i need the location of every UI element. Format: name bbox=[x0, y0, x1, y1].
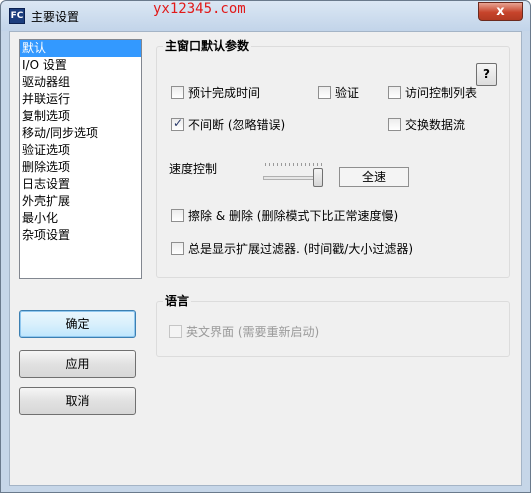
continue-on-error-label: 不间断 (忽略错误) bbox=[188, 118, 286, 132]
nav-item[interactable]: 移动/同步选项 bbox=[20, 125, 141, 142]
title-bar[interactable]: FC 主要设置 yx12345.com x bbox=[1, 1, 530, 31]
apply-button[interactable]: 应用 bbox=[19, 350, 136, 378]
watermark-text: yx12345.com bbox=[153, 1, 246, 17]
close-button[interactable]: x bbox=[478, 2, 523, 21]
speed-slider-thumb[interactable] bbox=[313, 168, 323, 187]
checkbox-box[interactable] bbox=[388, 118, 401, 131]
wipe-delete-checkbox[interactable]: 擦除 & 删除 (删除模式下比正常速度慢) bbox=[171, 207, 398, 224]
settings-category-list[interactable]: 默认 I/O 设置 驱动器组 并联运行 复制选项 移动/同步选项 验证选项 删除选项 日志设置外… bbox=[19, 39, 142, 279]
main-defaults-group: 主窗口默认参数 ? 预计完成时间 验证 访问控制列表 不间断 (忽略错误) bbox=[156, 37, 510, 278]
nav-item[interactable]: 杂项设置 bbox=[20, 227, 141, 244]
settings-window: FC 主要设置 yx12345.com x 默认 I/O 设置 驱动器组 并联运行 复制… bbox=[0, 0, 531, 493]
english-ui-checkbox[interactable]: 英文界面 (需要重新启动) bbox=[169, 323, 319, 340]
acl-list-checkbox[interactable]: 访问控制列表 bbox=[388, 84, 477, 101]
language-group: 语言 英文界面 (需要重新启动) bbox=[156, 292, 510, 357]
checkbox-box[interactable] bbox=[171, 242, 184, 255]
checkbox-box[interactable] bbox=[171, 116, 184, 131]
nav-item[interactable]: 默认 bbox=[20, 40, 141, 57]
english-ui-label: 英文界面 (需要重新启动) bbox=[186, 325, 320, 339]
extended-filter-label: 总是显示扩展过滤器. (时间戳/大小过滤器) bbox=[188, 242, 414, 256]
nav-item[interactable]: 验证选项 bbox=[20, 142, 141, 159]
checkbox-box[interactable] bbox=[171, 86, 184, 99]
nav-item[interactable]: 删除选项 bbox=[20, 159, 141, 176]
speed-slider-ticks bbox=[265, 163, 323, 166]
nav-item[interactable]: 驱动器组 bbox=[20, 74, 141, 91]
estimate-time-label: 预计完成时间 bbox=[188, 86, 261, 100]
language-title: 语言 bbox=[163, 292, 192, 309]
acl-list-label: 访问控制列表 bbox=[405, 86, 478, 100]
exchange-streams-checkbox[interactable]: 交换数据流 bbox=[388, 116, 465, 133]
speed-control-label: 速度控制 bbox=[169, 162, 218, 176]
continue-on-error-checkbox[interactable]: 不间断 (忽略错误) bbox=[171, 116, 285, 133]
ok-button[interactable]: 确定 bbox=[19, 310, 136, 338]
nav-item[interactable]: 日志设置 bbox=[20, 176, 141, 193]
window-title: 主要设置 bbox=[31, 10, 80, 24]
exchange-streams-label: 交换数据流 bbox=[405, 118, 466, 132]
main-defaults-title: 主窗口默认参数 bbox=[163, 37, 252, 54]
help-icon: ? bbox=[483, 67, 490, 81]
help-button[interactable]: ? bbox=[476, 63, 497, 86]
estimate-time-checkbox[interactable]: 预计完成时间 bbox=[171, 84, 260, 101]
checkbox-box[interactable] bbox=[388, 86, 401, 99]
nav-item[interactable]: 外壳扩展 bbox=[20, 193, 141, 210]
checkbox-box[interactable] bbox=[171, 209, 184, 222]
close-icon: x bbox=[496, 4, 505, 19]
dialog-body: 默认 I/O 设置 驱动器组 并联运行 复制选项 移动/同步选项 验证选项 删除选项 日志设置外… bbox=[9, 31, 522, 486]
extended-filter-checkbox[interactable]: 总是显示扩展过滤器. (时间戳/大小过滤器) bbox=[171, 240, 413, 257]
checkbox-box[interactable] bbox=[169, 325, 182, 338]
nav-item[interactable]: 最小化 bbox=[20, 210, 141, 227]
verify-checkbox[interactable]: 验证 bbox=[318, 84, 359, 101]
nav-item[interactable]: 并联运行 bbox=[20, 91, 141, 108]
wipe-delete-label: 擦除 & 删除 (删除模式下比正常速度慢) bbox=[188, 209, 399, 223]
checkbox-box[interactable] bbox=[318, 86, 331, 99]
nav-item[interactable]: 复制选项 bbox=[20, 108, 141, 125]
nav-item[interactable]: I/O 设置 bbox=[20, 57, 141, 74]
cancel-button[interactable]: 取消 bbox=[19, 387, 136, 415]
speed-value-display: 全速 bbox=[339, 167, 409, 187]
app-icon: FC bbox=[9, 8, 25, 24]
verify-label: 验证 bbox=[335, 86, 360, 100]
